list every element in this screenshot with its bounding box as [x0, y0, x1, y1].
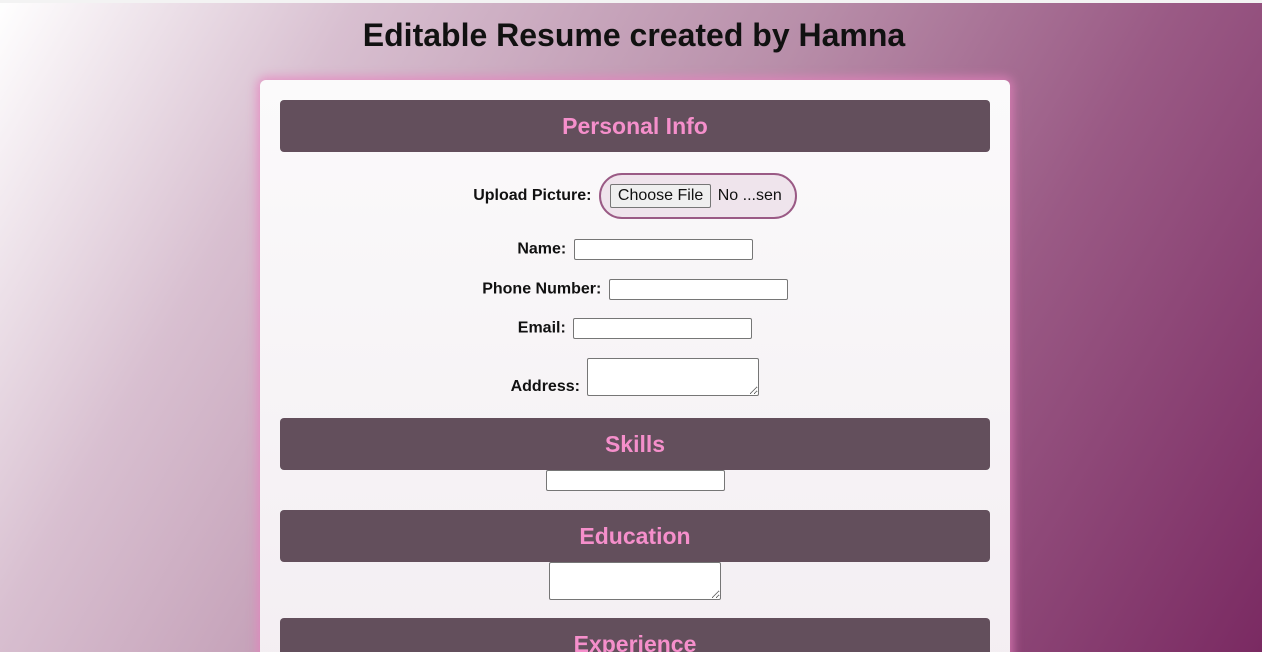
skills-input[interactable] — [545, 470, 725, 491]
section-header-skills: Skills — [280, 418, 990, 470]
email-row: Email: — [260, 318, 1010, 339]
address-label: Address: — [510, 377, 580, 395]
phone-label: Phone Number: — [482, 280, 602, 298]
upload-picture-label: Upload Picture: — [473, 187, 592, 204]
name-input[interactable] — [573, 239, 753, 260]
phone-row: Phone Number: — [260, 279, 1010, 300]
address-row: Address: — [260, 358, 1010, 396]
choose-file-button[interactable]: Choose File — [609, 184, 712, 208]
page-title: Editable Resume created by Hamna — [362, 17, 906, 53]
name-label: Name: — [517, 240, 567, 258]
resume-card: Personal Info Upload Picture: Choose Fil… — [260, 80, 1010, 652]
section-header-experience: Experience — [280, 618, 990, 652]
address-textarea[interactable] — [587, 358, 760, 396]
file-upload-control[interactable]: Choose File No ...sen — [598, 173, 797, 219]
skills-row — [260, 470, 1010, 491]
browser-top-strip — [0, 0, 1262, 3]
education-row — [260, 562, 1010, 600]
phone-input[interactable] — [608, 279, 788, 300]
section-header-personal-info: Personal Info — [280, 100, 990, 152]
email-label: Email: — [517, 319, 566, 337]
file-status-text: No ...sen — [717, 187, 782, 204]
upload-picture-row: Upload Picture: Choose File No ...sen — [260, 173, 1010, 219]
education-textarea[interactable] — [549, 562, 721, 600]
section-header-education: Education — [280, 510, 990, 562]
email-input[interactable] — [573, 318, 753, 339]
name-row: Name: — [260, 239, 1010, 260]
